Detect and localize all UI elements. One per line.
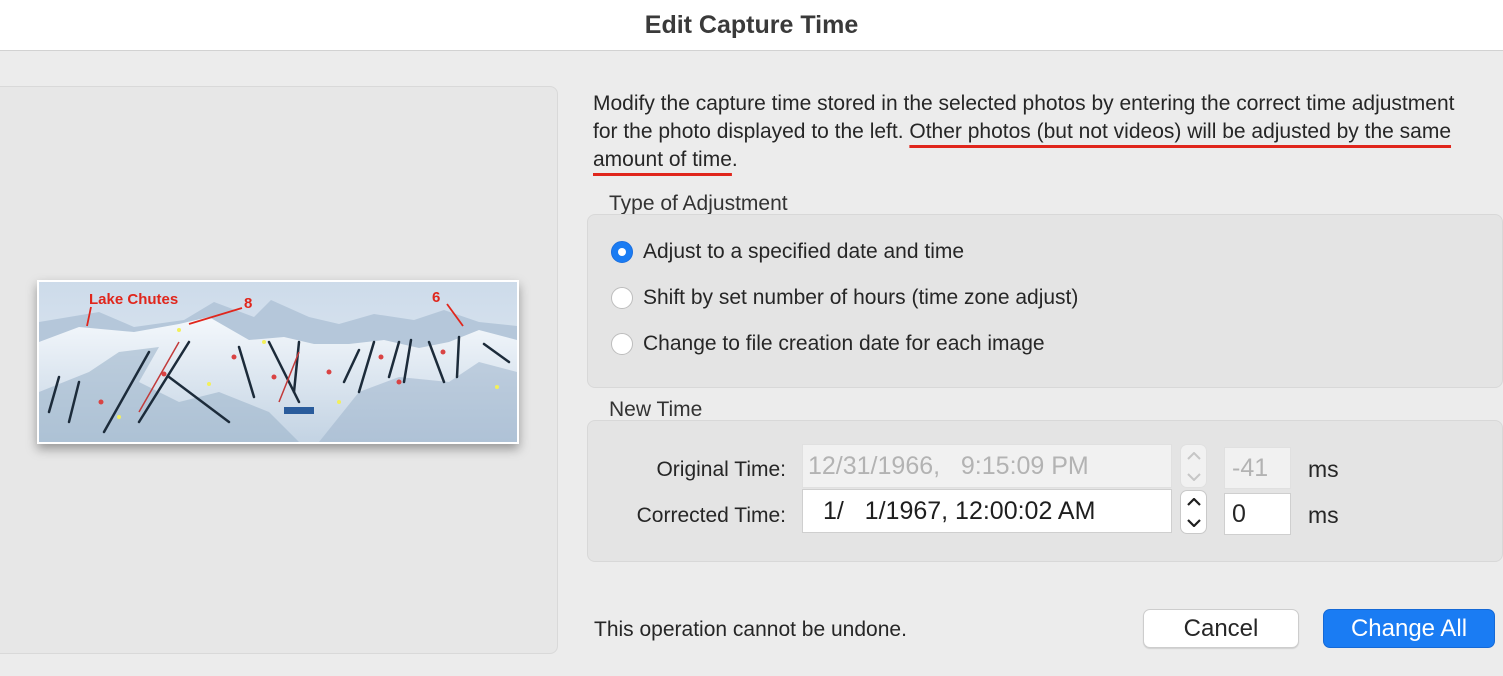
original-time-stepper [1180, 444, 1207, 488]
change-all-button[interactable]: Change All [1323, 609, 1495, 648]
corrected-ms-unit: ms [1308, 502, 1339, 528]
new-time-label: New Time [609, 398, 703, 421]
stepper-up-icon[interactable] [1186, 496, 1201, 506]
window-title: Edit Capture Time [0, 0, 1503, 51]
map-label-lake-chutes: Lake Chutes [89, 291, 178, 308]
corrected-time-label: Corrected Time: [636, 504, 786, 527]
corrected-time-value[interactable]: 1/ 1/1967, 12:00:02 AM [823, 497, 1095, 526]
adjustment-type-label: Type of Adjustment [609, 192, 788, 215]
stepper-up-icon [1186, 451, 1201, 460]
stepper-down-icon [1186, 472, 1201, 481]
corrected-time-stepper[interactable] [1180, 490, 1207, 534]
radio-label: Change to file creation date for each im… [643, 332, 1045, 355]
stepper-down-icon[interactable] [1186, 518, 1201, 528]
original-ms-unit: ms [1308, 456, 1339, 482]
ski-trail-map-image: Lake Chutes 8 6 [39, 282, 517, 442]
undo-warning: This operation cannot be undone. [594, 618, 907, 641]
radio-selected-icon[interactable] [611, 241, 633, 263]
radio-unselected-icon[interactable] [611, 287, 633, 309]
radio-file-creation-date[interactable]: Change to file creation date for each im… [611, 332, 1045, 356]
original-time-value: 12/31/1966, 9:15:09 PM [808, 451, 1089, 480]
original-ms-value: -41 [1232, 453, 1269, 482]
original-time-field: 12/31/1966, 9:15:09 PM [802, 444, 1172, 488]
original-ms-field: -41 [1224, 447, 1291, 489]
map-label-6: 6 [432, 289, 440, 306]
photo-preview-panel: Lake Chutes 8 6 [0, 86, 558, 654]
corrected-time-field[interactable]: 1/ 1/1967, 12:00:02 AM [802, 489, 1172, 533]
radio-shift-hours[interactable]: Shift by set number of hours (time zone … [611, 286, 1078, 310]
photo-thumbnail: Lake Chutes 8 6 [37, 280, 519, 444]
corrected-ms-field[interactable]: 0 [1224, 493, 1291, 535]
corrected-ms-value[interactable]: 0 [1232, 500, 1246, 529]
radio-unselected-icon[interactable] [611, 333, 633, 355]
map-label-8: 8 [244, 295, 252, 312]
radio-specified-date[interactable]: Adjust to a specified date and time [611, 240, 964, 264]
instructions-text: Modify the capture time stored in the se… [593, 90, 1478, 174]
radio-label: Shift by set number of hours (time zone … [643, 286, 1079, 309]
cancel-button[interactable]: Cancel [1143, 609, 1299, 648]
original-time-label: Original Time: [656, 458, 786, 481]
radio-label: Adjust to a specified date and time [643, 240, 965, 263]
instructions-end: . [731, 148, 738, 171]
